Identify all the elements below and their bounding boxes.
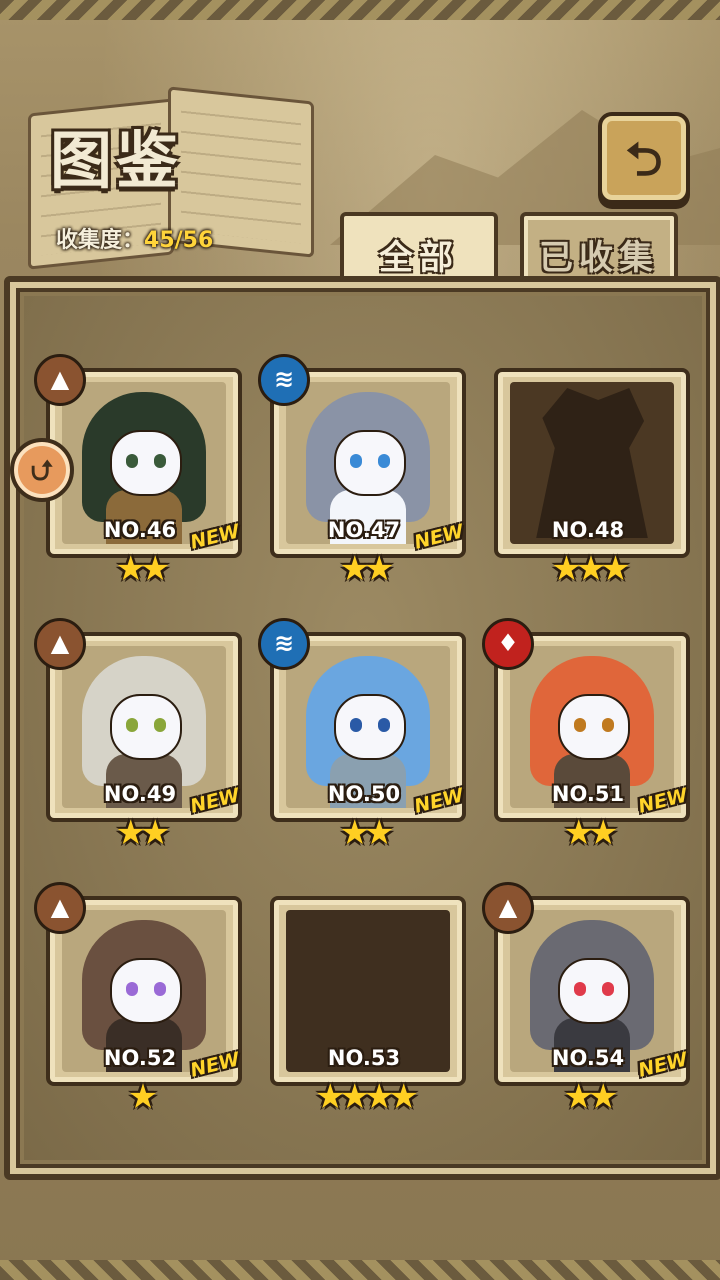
mountain-icon: ▲	[482, 882, 534, 934]
arrow-badge-icon[interactable]: ⮍	[10, 438, 74, 502]
collection-card[interactable]: NO.52 NEW ★ ▲	[34, 882, 242, 1114]
star-rating: ★★	[339, 549, 395, 589]
star-rating: ★★	[563, 1077, 619, 1117]
collection-card[interactable]: NO.47 NEW ★★ ≋	[258, 354, 466, 586]
collection-progress: 收集度：45/56	[56, 222, 213, 254]
star-rating: ★★	[115, 549, 171, 589]
card-number: NO.48	[551, 518, 625, 542]
back-button[interactable]: ⮌	[598, 112, 690, 204]
tab-all[interactable]: 全部	[340, 212, 498, 282]
tab-collected[interactable]: 已收集	[520, 212, 678, 282]
star-rating: ★★	[563, 813, 619, 853]
waves-icon: ≋	[258, 618, 310, 670]
collection-card[interactable]: NO.51 NEW ★★ ♦	[482, 618, 690, 850]
progress-label: 收集度：	[56, 228, 145, 253]
bottom-border	[0, 1260, 720, 1280]
star-rating: ★	[127, 1077, 158, 1117]
mountain-icon: ▲	[34, 618, 86, 670]
collection-card[interactable]: NO.53 ★★★★	[270, 896, 466, 1114]
collection-card[interactable]: NO.48 ★★★	[494, 368, 690, 586]
return-arrow-icon: ⮌	[625, 132, 663, 186]
flame-icon: ♦	[482, 618, 534, 670]
waves-icon: ≋	[258, 354, 310, 406]
card-number: NO.53	[327, 1046, 401, 1070]
star-rating: ★★	[339, 813, 395, 853]
collection-card[interactable]: NO.49 NEW ★★ ▲	[34, 618, 242, 850]
tab-all-label: 全部	[379, 238, 459, 278]
top-border	[0, 0, 720, 20]
progress-value: 45/56	[144, 228, 214, 253]
star-rating: ★★★★	[315, 1077, 419, 1117]
tab-collected-label: 已收集	[539, 238, 659, 278]
collection-card[interactable]: NO.46 NEW ★★ ▲	[34, 354, 242, 586]
mountain-icon: ▲	[34, 882, 86, 934]
star-rating: ★★★	[551, 549, 630, 589]
star-rating: ★★	[115, 813, 171, 853]
collection-card[interactable]: NO.50 NEW ★★ ≋	[258, 618, 466, 850]
mountain-icon: ▲	[34, 354, 86, 406]
page-title: 图鉴	[50, 124, 183, 197]
collection-card[interactable]: NO.54 NEW ★★ ▲	[482, 882, 690, 1114]
